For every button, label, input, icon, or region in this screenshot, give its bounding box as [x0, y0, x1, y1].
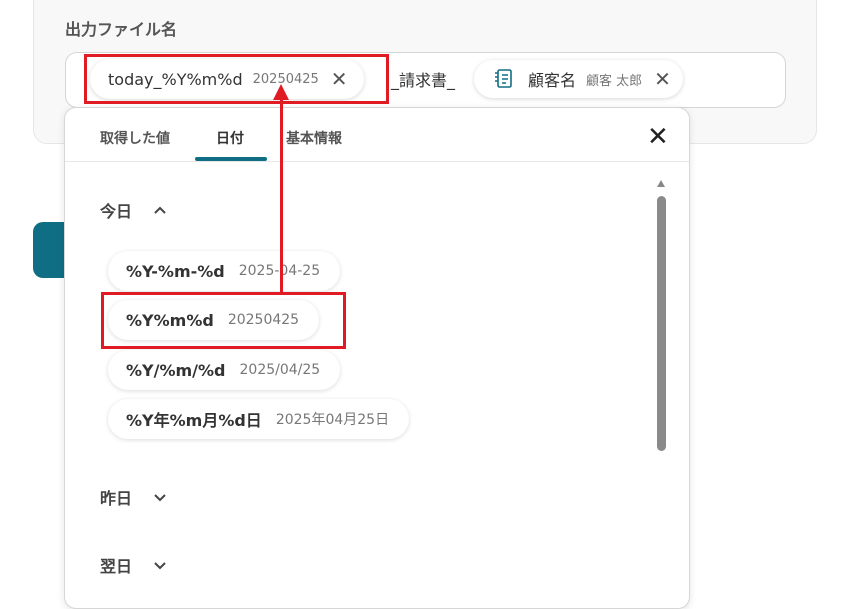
date-format-option[interactable]: %Y-%m-%d 2025-04-25: [108, 251, 341, 291]
option-format: %Y年%m月%d日: [126, 411, 262, 430]
chip-format-text: today_%Y%m%d: [108, 69, 243, 89]
scrollbar-thumb[interactable]: [657, 196, 666, 451]
date-format-option[interactable]: %Y%m%d 20250425: [108, 300, 320, 340]
section-tomorrow-header[interactable]: 翌日: [100, 553, 168, 577]
option-format: %Y/%m/%d: [126, 360, 226, 380]
close-icon[interactable]: ✕: [647, 124, 669, 150]
variable-picker-popup: 取得した値 日付 基本情報 ✕ 今日 %Y-%m-%d 2025-04-25 %…: [64, 107, 690, 609]
section-label: 昨日: [100, 489, 133, 508]
chevron-down-icon: [154, 562, 166, 570]
tab-date[interactable]: 日付: [216, 128, 244, 148]
today-date-chip[interactable]: today_%Y%m%d 20250425 ✕: [90, 59, 364, 99]
option-example: 2025/04/25: [239, 362, 321, 378]
option-format: %Y-%m-%d: [126, 261, 225, 281]
date-format-option[interactable]: %Y/%m/%d 2025/04/25: [108, 350, 341, 390]
filename-static-text: _請求書_: [391, 71, 456, 90]
scroll-up-arrow-icon[interactable]: [657, 180, 665, 187]
annotation-arrow-head-icon: [273, 84, 289, 100]
option-example: 2025年04月25日: [275, 412, 390, 428]
remove-chip-icon[interactable]: ✕: [331, 69, 348, 89]
document-icon: [495, 69, 512, 88]
option-example: 20250425: [227, 312, 300, 328]
customer-name-chip[interactable]: 顧客名 顧客 太郎 ✕: [474, 60, 683, 98]
section-yesterday-header[interactable]: 昨日: [100, 485, 168, 509]
date-format-option[interactable]: %Y年%m月%d日 2025年04月25日: [108, 399, 410, 439]
chevron-up-icon: [154, 206, 166, 214]
section-label: 今日: [100, 202, 133, 221]
output-filename-label: 出力ファイル名: [65, 20, 178, 39]
remove-chip-icon[interactable]: ✕: [654, 69, 671, 89]
tab-basic-info[interactable]: 基本情報: [286, 128, 342, 148]
tabs-divider: [65, 161, 689, 162]
annotation-arrow-line: [280, 98, 283, 292]
option-format: %Y%m%d: [126, 310, 214, 330]
chevron-down-icon: [154, 494, 166, 502]
chip-field-name: 顧客名: [528, 71, 577, 90]
chip-field-value: 顧客 太郎: [586, 73, 643, 89]
section-label: 翌日: [100, 557, 133, 576]
section-today-header[interactable]: 今日: [100, 198, 168, 222]
tab-acquired-values[interactable]: 取得した値: [100, 128, 170, 148]
